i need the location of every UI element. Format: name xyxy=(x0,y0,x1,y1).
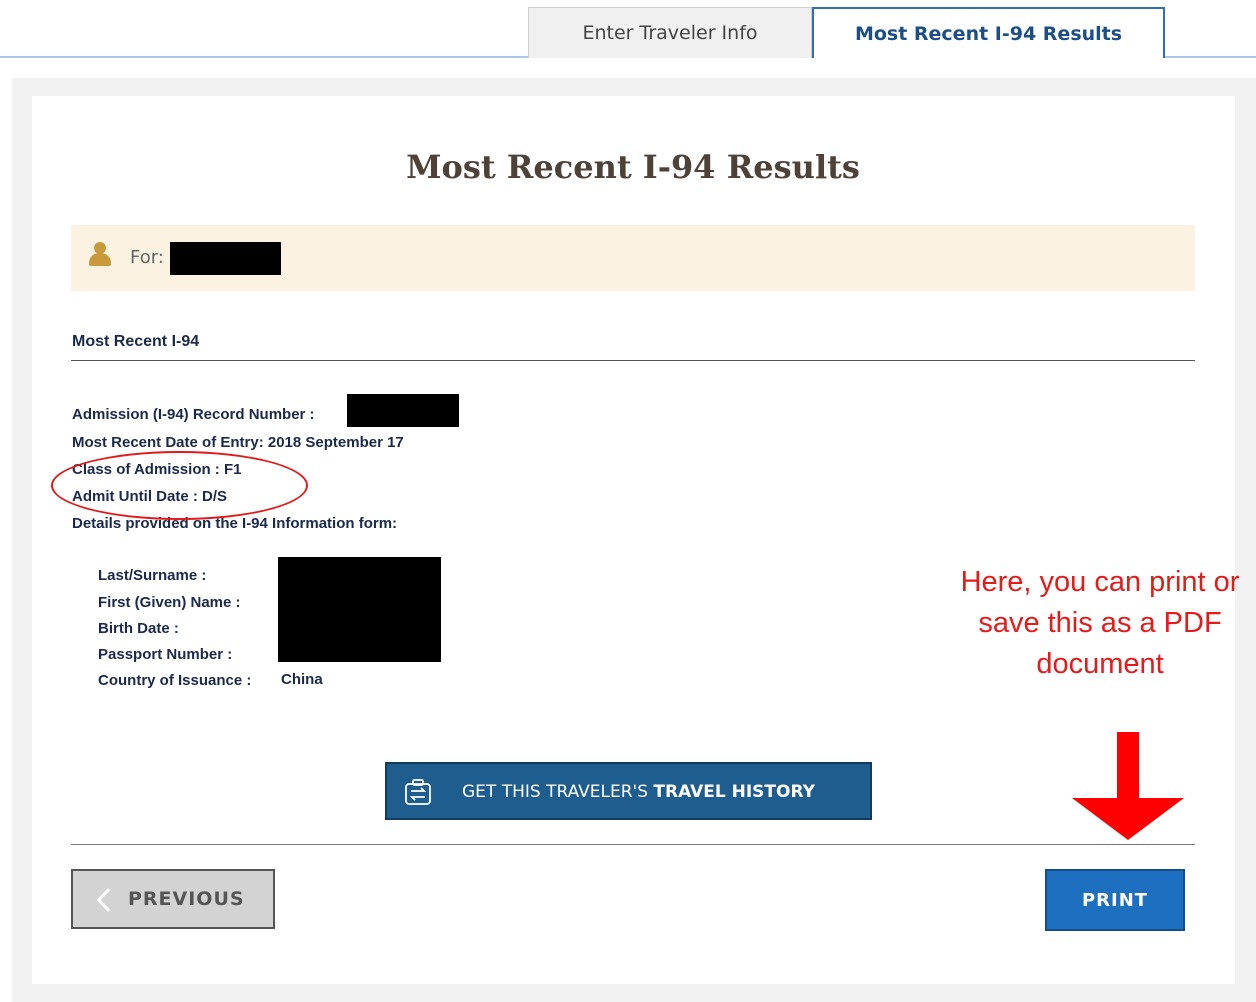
page: Enter Traveler Info Most Recent I-94 Res… xyxy=(0,0,1256,1002)
highlight-circle xyxy=(51,451,308,520)
details-intro: Details provided on the I-94 Information… xyxy=(72,515,398,532)
arrow-down-icon xyxy=(1117,732,1139,800)
tab-most-recent-results[interactable]: Most Recent I-94 Results xyxy=(812,7,1165,76)
previous-button[interactable]: PREVIOUS xyxy=(71,869,275,929)
field-last-surname: Last/Surname : xyxy=(98,567,207,584)
date-of-entry: Most Recent Date of Entry: 2018 Septembe… xyxy=(72,434,404,451)
chevron-left-icon xyxy=(96,887,111,913)
print-button[interactable]: PRINT xyxy=(1045,869,1185,931)
suitcase-exchange-icon xyxy=(405,779,431,805)
section-title: Most Recent I-94 xyxy=(72,333,200,350)
field-birth-date: Birth Date : xyxy=(98,620,179,637)
field-passport-number: Passport Number : xyxy=(98,646,233,663)
page-title: Most Recent I-94 Results xyxy=(406,148,860,186)
redacted-record-number xyxy=(347,394,459,427)
tab-enter-traveler-info[interactable]: Enter Traveler Info xyxy=(528,7,812,58)
country-of-issuance-value: China xyxy=(281,671,323,688)
user-icon xyxy=(89,242,111,266)
tab-bar: Enter Traveler Info Most Recent I-94 Res… xyxy=(0,0,1256,76)
field-first-name: First (Given) Name : xyxy=(98,594,241,611)
annotation-line-2: save this as a PDF xyxy=(978,607,1222,639)
redacted-name xyxy=(170,242,281,275)
previous-label: PREVIOUS xyxy=(128,888,245,910)
annotation-line-3: document xyxy=(1036,648,1164,680)
arrow-head-icon xyxy=(1072,798,1184,840)
print-annotation: Here, you can print or save this as a PD… xyxy=(930,562,1256,685)
field-country-of-issuance: Country of Issuance : xyxy=(98,672,252,689)
bottom-divider xyxy=(71,844,1195,845)
travel-history-button[interactable]: GET THIS TRAVELER'S TRAVEL HISTORY xyxy=(385,762,872,820)
redacted-personal-details xyxy=(278,557,441,662)
for-label: For: xyxy=(130,247,164,268)
annotation-line-1: Here, you can print or xyxy=(960,566,1240,598)
travel-history-label: GET THIS TRAVELER'S TRAVEL HISTORY xyxy=(462,782,815,802)
section-divider xyxy=(71,360,1195,361)
record-number-label: Admission (I-94) Record Number : xyxy=(72,406,315,423)
